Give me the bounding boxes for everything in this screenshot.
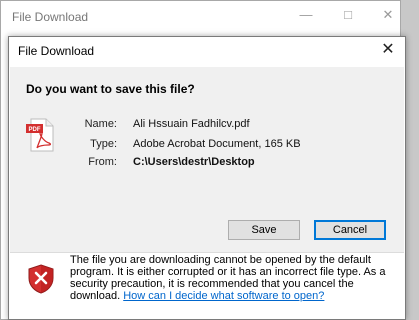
maximize-icon[interactable]: □	[339, 7, 357, 23]
background-close-icon[interactable]: ✕	[379, 7, 397, 23]
file-name: Ali Hssuain Fadhilcv.pdf	[133, 118, 250, 130]
pdf-file-icon: PDF	[26, 118, 54, 152]
svg-text:PDF: PDF	[29, 127, 41, 133]
cancel-button[interactable]: Cancel	[314, 220, 386, 240]
close-icon[interactable]: ✕	[377, 40, 399, 60]
help-link[interactable]: How can I decide what software to open?	[123, 290, 324, 302]
file-download-dialog: File Download ✕ Do you want to save this…	[8, 36, 406, 320]
save-question: Do you want to save this file?	[26, 82, 195, 96]
dialog-body: Do you want to save this file? PDF Name:…	[10, 67, 404, 252]
security-shield-icon	[28, 264, 54, 294]
file-source: C:\Users\destr\Desktop	[133, 156, 255, 168]
file-type: Adobe Acrobat Document, 165 KB	[133, 138, 301, 150]
security-warning: The file you are downloading cannot be o…	[70, 254, 390, 302]
minimize-icon[interactable]: —	[297, 7, 315, 23]
type-label: Type:	[90, 138, 117, 150]
divider	[10, 252, 404, 253]
dialog-title: File Download	[18, 44, 95, 58]
background-window-title: File Download	[12, 10, 89, 24]
name-label: Name:	[84, 118, 117, 130]
save-button[interactable]: Save	[228, 220, 300, 240]
from-label: From:	[88, 156, 117, 168]
